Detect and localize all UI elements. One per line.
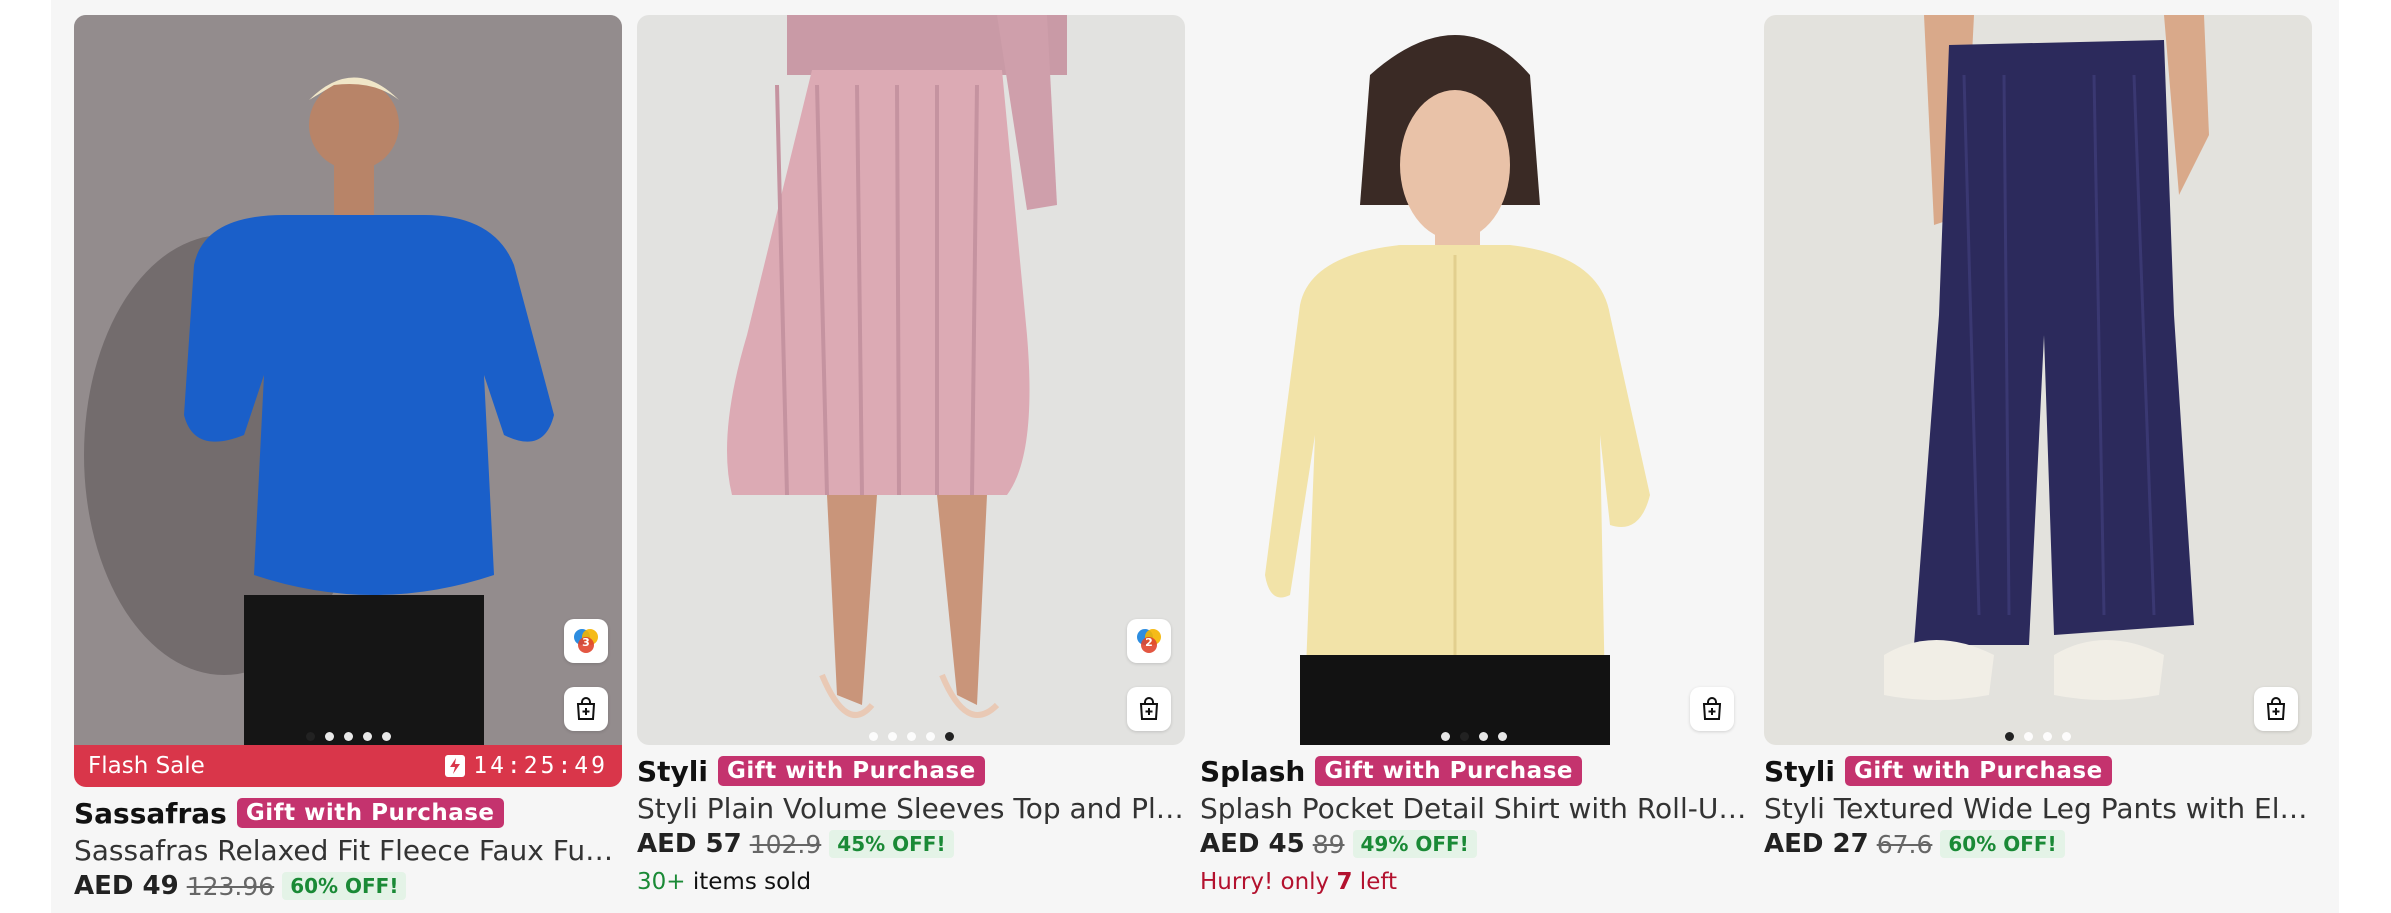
brand-name: Sassafras — [74, 796, 227, 830]
current-price: AED 57 — [637, 829, 742, 859]
product-name[interactable]: Styli Plain Volume Sleeves Top and Plea.… — [637, 791, 1185, 827]
gift-badge: Gift with Purchase — [718, 756, 985, 786]
color-palette-icon: 2 — [1137, 629, 1161, 653]
color-palette-icon: 3 — [574, 629, 598, 653]
carousel-dot[interactable] — [1441, 732, 1450, 741]
image-carousel-dots[interactable] — [1200, 732, 1748, 741]
product-name[interactable]: Sassafras Relaxed Fit Fleece Faux Fur P.… — [74, 833, 622, 869]
color-count: 3 — [582, 636, 590, 649]
price-row: AED 49 123.96 60% OFF! — [74, 869, 622, 903]
image-carousel-dots[interactable] — [74, 732, 622, 741]
original-price: 89 — [1312, 829, 1345, 859]
price-row: AED 45 89 49% OFF! — [1200, 827, 1748, 861]
gift-badge: Gift with Purchase — [1315, 756, 1582, 786]
low-stock-count: 7 — [1336, 869, 1353, 895]
product-image[interactable]: 3 — [74, 15, 622, 745]
low-stock-note: Hurry! only 7 left — [1200, 869, 1748, 895]
product-image[interactable] — [1764, 15, 2312, 745]
original-price: 123.96 — [186, 871, 275, 901]
brand-name: Styli — [1764, 754, 1835, 788]
color-variants-button[interactable]: 3 — [564, 619, 608, 663]
carousel-dot[interactable] — [343, 732, 353, 741]
add-to-bag-button[interactable] — [2254, 687, 2298, 731]
carousel-dot[interactable] — [305, 732, 315, 741]
product-card[interactable]: Splash Gift with Purchase Splash Pocket … — [1200, 15, 1748, 895]
product-image[interactable]: 2 — [637, 15, 1185, 745]
carousel-dot[interactable] — [944, 732, 954, 741]
discount-badge: 49% OFF! — [1352, 830, 1477, 858]
product-card[interactable]: Styli Gift with Purchase Styli Textured … — [1764, 15, 2312, 861]
original-price: 102.9 — [749, 829, 822, 859]
carousel-dot[interactable] — [2024, 732, 2033, 741]
current-price: AED 27 — [1764, 829, 1869, 859]
carousel-dot[interactable] — [887, 732, 897, 741]
flash-sale-bar: Flash Sale 14:25:49 — [74, 745, 622, 787]
low-stock-prefix: Hurry! only — [1200, 869, 1337, 895]
product-name[interactable]: Splash Pocket Detail Shirt with Roll-Up … — [1200, 791, 1748, 827]
product-card[interactable]: 2 Styli Gift with Purchase Styli Plain V… — [637, 15, 1185, 895]
discount-badge: 60% OFF! — [282, 872, 407, 900]
carousel-dot[interactable] — [868, 732, 878, 741]
carousel-dot[interactable] — [2062, 732, 2071, 741]
discount-badge: 60% OFF! — [1940, 830, 2065, 858]
add-to-bag-button[interactable] — [1690, 687, 1734, 731]
add-to-bag-button[interactable] — [1127, 687, 1171, 731]
color-count: 2 — [1145, 636, 1153, 649]
add-to-bag-button[interactable] — [564, 687, 608, 731]
brand-name: Splash — [1200, 754, 1306, 788]
flash-bolt-icon — [445, 755, 466, 777]
carousel-dot[interactable] — [1479, 732, 1488, 741]
product-photo — [637, 15, 1185, 745]
product-photo — [1764, 15, 2312, 745]
shopping-bag-plus-icon — [1702, 697, 1722, 720]
carousel-dot[interactable] — [1460, 732, 1469, 741]
carousel-dot[interactable] — [925, 732, 935, 741]
shopping-bag-plus-icon — [576, 697, 596, 720]
color-variants-button[interactable]: 2 — [1127, 619, 1171, 663]
carousel-dot[interactable] — [906, 732, 916, 741]
current-price: AED 49 — [74, 871, 179, 901]
product-card[interactable]: 3 Flash Sale 14:25:49 Sassafras Gift wit… — [74, 15, 622, 903]
carousel-dot[interactable] — [2043, 732, 2052, 741]
flash-sale-label: Flash Sale — [88, 753, 205, 779]
countdown-value: 14:25:49 — [473, 753, 608, 779]
brand-name: Styli — [637, 754, 708, 788]
original-price: 67.6 — [1876, 829, 1933, 859]
carousel-dot[interactable] — [324, 732, 334, 741]
items-sold-note: 30+ items sold — [637, 869, 1185, 895]
product-photo — [1200, 15, 1748, 745]
image-carousel-dots[interactable] — [637, 732, 1185, 741]
carousel-dot[interactable] — [2005, 732, 2014, 741]
price-row: AED 57 102.9 45% OFF! — [637, 827, 1185, 861]
current-price: AED 45 — [1200, 829, 1305, 859]
items-sold-label: items sold — [685, 869, 812, 895]
product-name[interactable]: Styli Textured Wide Leg Pants with Elas.… — [1764, 791, 2312, 827]
low-stock-suffix: left — [1352, 869, 1398, 895]
carousel-dot[interactable] — [1498, 732, 1507, 741]
price-row: AED 27 67.6 60% OFF! — [1764, 827, 2312, 861]
shopping-bag-plus-icon — [1139, 697, 1159, 720]
shopping-bag-plus-icon — [2266, 697, 2286, 720]
carousel-dot[interactable] — [381, 732, 391, 741]
gift-badge: Gift with Purchase — [236, 798, 504, 828]
gift-badge: Gift with Purchase — [1845, 756, 2112, 786]
product-image[interactable] — [1200, 15, 1748, 745]
discount-badge: 45% OFF! — [829, 830, 954, 858]
image-carousel-dots[interactable] — [1764, 732, 2312, 741]
items-sold-count: 30+ — [637, 869, 686, 895]
carousel-dot[interactable] — [362, 732, 372, 741]
countdown-timer: 14:25:49 — [445, 753, 608, 779]
product-grid: 3 Flash Sale 14:25:49 Sassafras Gift wit… — [51, 0, 2339, 913]
product-photo — [74, 15, 622, 745]
